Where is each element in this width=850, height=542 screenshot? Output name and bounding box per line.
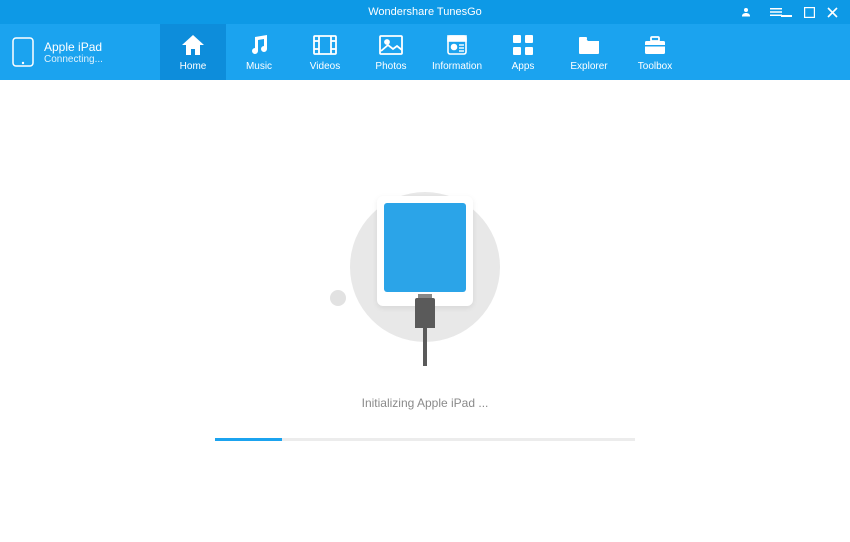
music-icon	[246, 33, 272, 57]
nav-apps-label: Apps	[512, 61, 535, 72]
titlebar: Wondershare TunesGo	[0, 0, 850, 24]
explorer-icon	[576, 33, 602, 57]
information-icon	[444, 33, 470, 57]
device-illustration	[340, 182, 510, 352]
user-icon[interactable]	[736, 4, 756, 20]
apps-icon	[510, 33, 536, 57]
tablet-graphic	[377, 196, 473, 306]
nav-information[interactable]: Information	[424, 24, 490, 80]
nav-photos[interactable]: Photos	[358, 24, 424, 80]
nav-information-label: Information	[432, 61, 482, 72]
device-name: Apple iPad	[44, 40, 103, 54]
device-status: Connecting...	[44, 54, 103, 65]
nav-toolbox[interactable]: Toolbox	[622, 24, 688, 80]
photos-icon	[378, 33, 404, 57]
cable-icon	[415, 298, 435, 328]
device-icon	[12, 37, 34, 67]
videos-icon	[312, 33, 338, 57]
close-button[interactable]	[823, 5, 842, 20]
maximize-button[interactable]	[800, 5, 819, 20]
header-nav: Apple iPad Connecting... Home Music Vide…	[0, 24, 850, 80]
nav-music[interactable]: Music	[226, 24, 292, 80]
nav-videos[interactable]: Videos	[292, 24, 358, 80]
toolbox-icon	[642, 33, 668, 57]
nav-apps[interactable]: Apps	[490, 24, 556, 80]
app-title: Wondershare TunesGo	[368, 6, 482, 18]
nav-explorer[interactable]: Explorer	[556, 24, 622, 80]
main-content: Initializing Apple iPad ...	[0, 80, 850, 542]
nav-home[interactable]: Home	[160, 24, 226, 80]
nav-home-label: Home	[180, 61, 207, 72]
home-icon	[180, 33, 206, 57]
nav-photos-label: Photos	[375, 61, 406, 72]
nav-music-label: Music	[246, 61, 272, 72]
status-text: Initializing Apple iPad ...	[362, 396, 489, 410]
nav-toolbox-label: Toolbox	[638, 61, 672, 72]
device-panel[interactable]: Apple iPad Connecting...	[0, 24, 160, 80]
nav-explorer-label: Explorer	[570, 61, 607, 72]
progress-fill	[215, 438, 282, 441]
progress-bar	[215, 438, 635, 441]
nav-videos-label: Videos	[310, 61, 340, 72]
minimize-button[interactable]	[777, 5, 796, 20]
